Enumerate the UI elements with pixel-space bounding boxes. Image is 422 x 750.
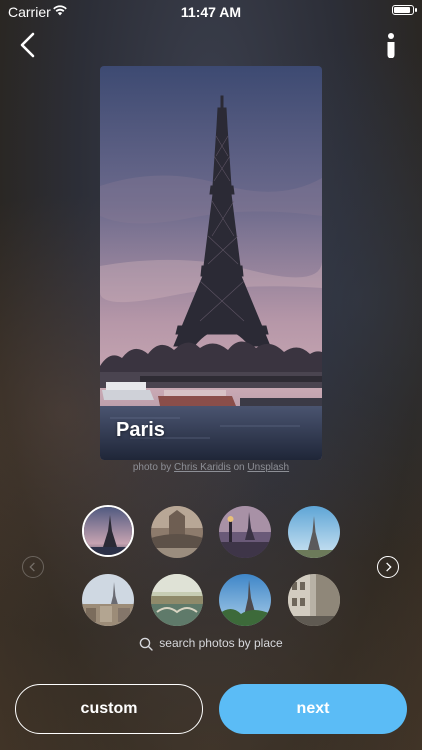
info-icon[interactable] [384, 32, 398, 58]
thumbnail-paris-street[interactable] [288, 574, 340, 626]
thumbnail-seine-river-bridge[interactable] [151, 574, 203, 626]
thumbnail-eiffel-tower-dusk[interactable] [82, 505, 134, 557]
search-icon [139, 637, 153, 651]
custom-button[interactable]: custom [15, 684, 203, 734]
next-arrow-icon[interactable] [377, 556, 399, 578]
search-label: search photos by place [159, 636, 283, 650]
city-title: Paris [116, 419, 165, 441]
search-photos-link[interactable]: search photos by place [0, 636, 422, 651]
eiffel-tower-photo [100, 66, 322, 460]
status-bar: Carrier 11:47 AM [0, 0, 422, 24]
battery-icon [392, 5, 417, 15]
thumbnail-notre-dame-bridge[interactable] [151, 506, 203, 558]
next-button[interactable]: next [219, 684, 407, 734]
thumbnail-paris-rooftops[interactable] [82, 574, 134, 626]
source-link[interactable]: Unsplash [247, 462, 289, 473]
city-photo[interactable]: Paris [100, 66, 322, 460]
thumbnail-eiffel-tower-blue-sky[interactable] [288, 506, 340, 558]
thumbnail-eiffel-tower-trees[interactable] [219, 574, 271, 626]
back-button[interactable] [14, 30, 44, 60]
thumbnail-bridge-lamps-eiffel[interactable] [219, 506, 271, 558]
clock: 11:47 AM [180, 4, 242, 20]
author-link[interactable]: Chris Karidis [174, 462, 231, 473]
photo-credit: photo by Chris Karidis on Unsplash [132, 462, 290, 473]
previous-arrow-icon[interactable] [22, 556, 44, 578]
